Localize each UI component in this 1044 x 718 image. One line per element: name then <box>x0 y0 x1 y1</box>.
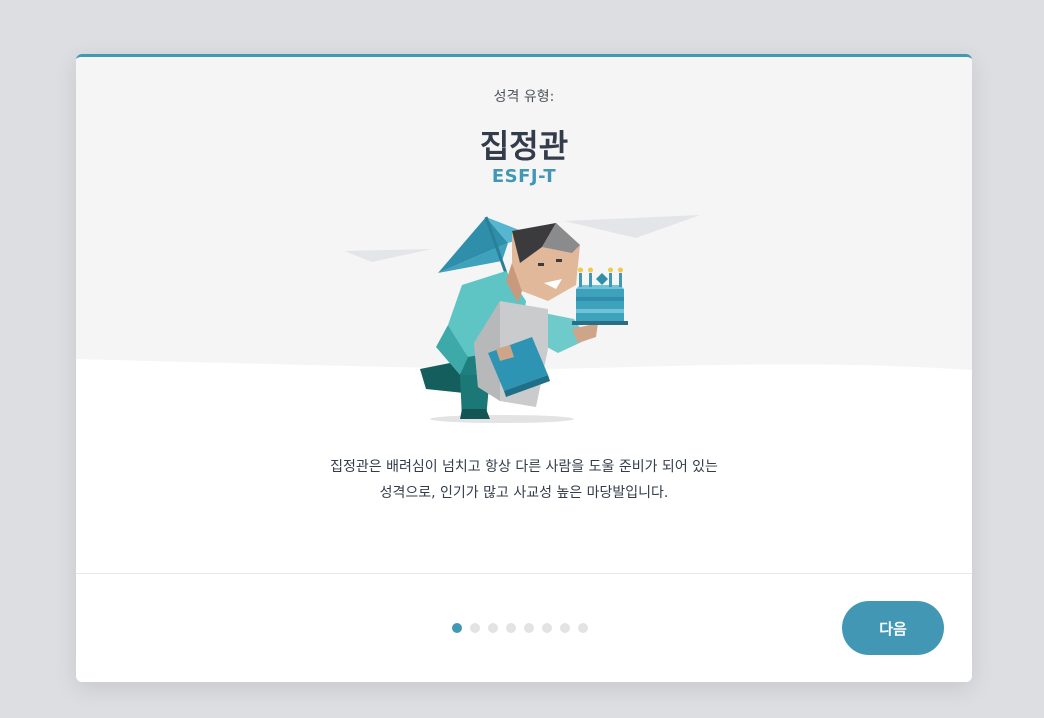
personality-description: 집정관은 배려심이 넘치고 항상 다른 사람을 도울 준비가 되어 있는 성격으… <box>224 454 824 506</box>
person-with-umbrella-and-cake-illustration <box>420 216 628 423</box>
pagination-dot[interactable] <box>578 623 588 633</box>
pagination-dot[interactable] <box>488 623 498 633</box>
pagination-dot[interactable] <box>524 623 534 633</box>
pagination-dot[interactable] <box>506 623 516 633</box>
pagination-dot[interactable] <box>560 623 570 633</box>
next-button[interactable]: 다음 <box>842 601 944 655</box>
personality-type-code: ESFJ-T <box>491 166 557 187</box>
description-line-2: 성격으로, 인기가 많고 사교성 높은 마당발입니다. <box>379 485 669 501</box>
personality-type-label: 성격 유형: <box>493 89 555 105</box>
pagination-dot[interactable] <box>542 623 552 633</box>
pagination-dot[interactable] <box>452 623 462 633</box>
footer-divider <box>76 573 972 574</box>
personality-type-name: 집정관 <box>479 127 569 165</box>
personality-result-modal: 성격 유형: 집정관 ESFJ-T 집정관은 배려심이 넘치고 항상 다른 사람… <box>76 54 972 682</box>
pagination-dot[interactable] <box>470 623 480 633</box>
pagination-dots <box>452 623 588 635</box>
description-line-1: 집정관은 배려심이 넘치고 항상 다른 사람을 도울 준비가 되어 있는 <box>330 459 718 475</box>
